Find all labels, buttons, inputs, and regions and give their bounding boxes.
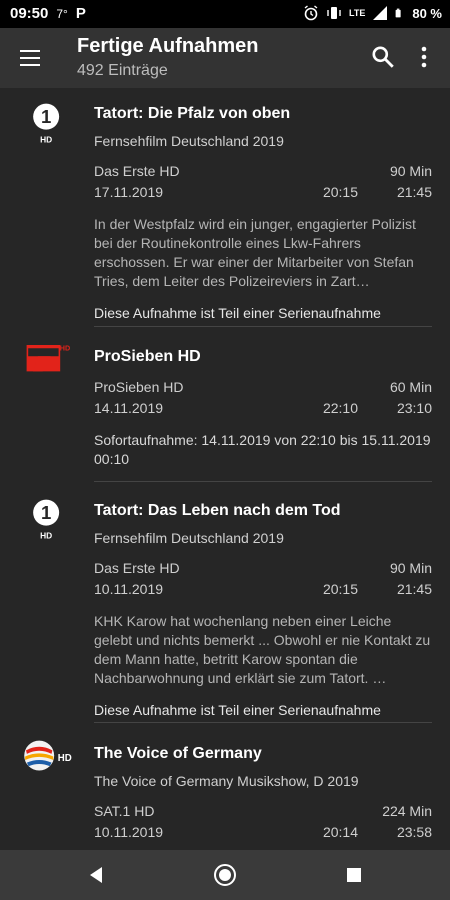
- recording-channel: ProSieben HD: [94, 379, 184, 395]
- svg-text:HD: HD: [60, 344, 70, 353]
- recording-date: 10.11.2019: [94, 581, 164, 597]
- recording-item[interactable]: HD The Voice of Germany The Voice of Ger…: [0, 723, 450, 850]
- battery-icon: [395, 8, 401, 18]
- status-bar: 09:50 7° P LTE 80 %: [0, 0, 450, 28]
- recording-end: 23:58: [396, 824, 432, 840]
- recording-title: Tatort: Das Leben nach dem Tod: [94, 502, 341, 519]
- recording-duration: 224 Min: [382, 803, 432, 819]
- page-title: Fertige Aufnahmen: [77, 35, 259, 57]
- recording-start: 20:15: [322, 184, 358, 200]
- recents-icon[interactable]: [342, 863, 366, 887]
- series-recording-note: Diese Aufnahme ist Teil einer Serienaufn…: [94, 305, 381, 321]
- alarm-icon: [304, 5, 318, 21]
- recording-channel: SAT.1 HD: [94, 803, 155, 819]
- svg-text:1: 1: [41, 106, 51, 127]
- das-erste-logo: 1 HD: [33, 499, 60, 541]
- app-notification-icon: P: [75, 5, 86, 22]
- recording-duration: 90 Min: [389, 560, 432, 576]
- sat1-logo: HD: [24, 740, 72, 771]
- recording-description: KHK Karow hat wochenlang neben einer Lei…: [94, 613, 431, 686]
- recording-date: 10.11.2019: [94, 824, 164, 840]
- recording-end: 21:45: [396, 184, 432, 200]
- home-icon[interactable]: [213, 863, 237, 887]
- das-erste-logo: 1 HD: [33, 103, 60, 145]
- recording-title: The Voice of Germany: [94, 745, 262, 762]
- prosieben-logo: HD: [26, 344, 70, 372]
- svg-text:HD: HD: [40, 135, 52, 145]
- recording-date: 17.11.2019: [94, 184, 164, 200]
- recording-start: 20:14: [322, 824, 358, 840]
- recording-channel: Das Erste HD: [94, 560, 180, 576]
- recording-end: 23:10: [396, 400, 432, 416]
- recording-start: 22:10: [322, 400, 358, 416]
- series-recording-note: Diese Aufnahme ist Teil einer Serienaufn…: [94, 702, 381, 718]
- vibrate-icon: [327, 7, 341, 19]
- menu-icon[interactable]: [18, 46, 42, 70]
- recording-end: 21:45: [396, 581, 432, 597]
- status-temperature: 7°: [56, 6, 68, 21]
- recording-channel: Das Erste HD: [94, 163, 180, 179]
- battery-percent: 80 %: [412, 5, 442, 21]
- recordings-list: 1 HD Tatort: Die Pfalz von oben Fernsehf…: [0, 88, 450, 850]
- back-icon[interactable]: [84, 863, 108, 887]
- recording-genre: Fernsehfilm Deutschland 2019: [94, 133, 284, 149]
- recording-description: Sofortaufnahme: 14.11.2019 von 22:10 bis…: [94, 432, 431, 467]
- recording-genre: Fernsehfilm Deutschland 2019: [94, 530, 284, 546]
- signal-icon: [373, 6, 388, 20]
- svg-text:1: 1: [41, 502, 51, 523]
- system-navigation-bar: [0, 850, 450, 900]
- more-options-icon[interactable]: [414, 44, 434, 70]
- app-bar: Fertige Aufnahmen 492 Einträge: [0, 28, 450, 88]
- recording-item[interactable]: HD ProSieben HD ProSieben HD 60 Min 14.1…: [0, 327, 450, 481]
- recording-duration: 90 Min: [389, 163, 432, 179]
- recording-item[interactable]: 1 HD Tatort: Das Leben nach dem Tod Fern…: [0, 482, 450, 722]
- recording-date: 14.11.2019: [94, 400, 164, 416]
- recording-start: 20:15: [322, 581, 358, 597]
- recording-item[interactable]: 1 HD Tatort: Die Pfalz von oben Fernsehf…: [0, 88, 450, 326]
- recording-title: Tatort: Die Pfalz von oben: [94, 105, 291, 122]
- recording-genre: The Voice of Germany Musikshow, D 2019: [94, 773, 359, 789]
- entry-count: 492 Einträge: [77, 62, 168, 79]
- recording-description: In der Westpfalz wird ein junger, engagi…: [94, 216, 416, 289]
- svg-text:HD: HD: [58, 753, 72, 764]
- network-type: LTE: [349, 8, 366, 18]
- search-icon[interactable]: [370, 44, 396, 70]
- status-time: 09:50: [10, 5, 49, 22]
- recording-title: ProSieben HD: [94, 348, 201, 365]
- recording-duration: 60 Min: [389, 379, 432, 395]
- svg-text:HD: HD: [40, 531, 52, 541]
